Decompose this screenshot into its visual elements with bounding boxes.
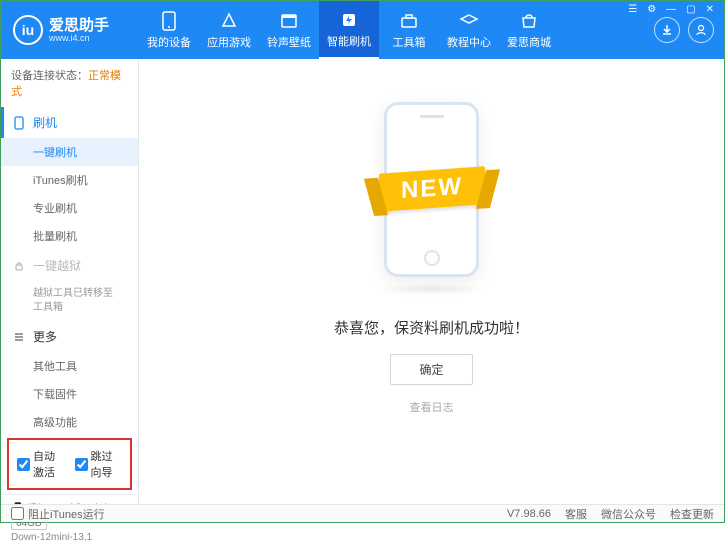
footer-wechat[interactable]: 微信公众号	[601, 506, 656, 522]
sidebar: 设备连接状态：正常模式 刷机 一键刷机 iTunes刷机 专业刷机 批量刷机 一…	[1, 59, 139, 506]
apps-icon	[219, 11, 239, 31]
lock-icon	[13, 260, 27, 272]
sub-pro-flash[interactable]: 专业刷机	[1, 194, 138, 222]
maximize-icon[interactable]: ▢	[682, 4, 699, 15]
view-log-link[interactable]: 查看日志	[410, 399, 454, 415]
phone-small-icon	[13, 116, 27, 130]
sub-oneclick-flash[interactable]: 一键刷机	[1, 138, 138, 166]
phone-illustration: NEW	[357, 89, 507, 289]
category-more[interactable]: 更多	[1, 321, 138, 352]
phone-icon	[159, 11, 179, 31]
flash-icon	[339, 10, 359, 30]
download-button[interactable]	[654, 17, 680, 43]
minimize-icon[interactable]: —	[662, 4, 680, 15]
sub-batch-flash[interactable]: 批量刷机	[1, 222, 138, 250]
app-name: 爱思助手	[49, 18, 109, 33]
nav-ringtones[interactable]: 铃声壁纸	[259, 1, 319, 59]
close-icon[interactable]: ✕	[702, 4, 718, 15]
category-flash[interactable]: 刷机	[1, 107, 138, 138]
check-auto-activate[interactable]: 自动激活	[17, 448, 65, 480]
version-label: V7.98.66	[507, 508, 551, 520]
user-button[interactable]	[688, 17, 714, 43]
settings-icon[interactable]: ⚙	[643, 4, 660, 15]
nav-tutorials[interactable]: 教程中心	[439, 1, 499, 59]
wallpaper-icon	[279, 11, 299, 31]
top-nav: 我的设备 应用游戏 铃声壁纸 智能刷机 工具箱 教程中心 爱思商城	[139, 1, 654, 59]
device-firmware: Down-12mini-13,1	[11, 532, 128, 543]
sub-advanced[interactable]: 高级功能	[1, 408, 138, 436]
jailbreak-note: 越狱工具已转移至 工具箱	[1, 281, 138, 321]
footer-service[interactable]: 客服	[565, 506, 587, 522]
nav-store[interactable]: 爱思商城	[499, 1, 559, 59]
window-controls: ☰ ⚙ — ▢ ✕	[618, 1, 724, 18]
nav-apps[interactable]: 应用游戏	[199, 1, 259, 59]
connection-status: 设备连接状态：正常模式	[1, 59, 138, 107]
app-url: www.i4.cn	[49, 33, 109, 43]
check-skip-guide[interactable]: 跳过向导	[75, 448, 123, 480]
sub-download-firmware[interactable]: 下载固件	[1, 380, 138, 408]
footer-update[interactable]: 检查更新	[670, 506, 714, 522]
nav-flash[interactable]: 智能刷机	[319, 1, 379, 59]
sub-itunes-flash[interactable]: iTunes刷机	[1, 166, 138, 194]
sub-other-tools[interactable]: 其他工具	[1, 352, 138, 380]
header: iu 爱思助手 www.i4.cn 我的设备 应用游戏 铃声壁纸 智能刷机 工具…	[1, 1, 724, 59]
menu-icon[interactable]: ☰	[624, 4, 641, 15]
nav-my-device[interactable]: 我的设备	[139, 1, 199, 59]
footer: 阻止iTunes运行 V7.98.66 客服 微信公众号 检查更新	[1, 504, 724, 522]
check-block-itunes[interactable]: 阻止iTunes运行	[11, 506, 105, 522]
nav-toolbox[interactable]: 工具箱	[379, 1, 439, 59]
category-jailbreak[interactable]: 一键越狱	[1, 250, 138, 281]
graduation-icon	[459, 11, 479, 31]
options-highlight: 自动激活 跳过向导	[7, 438, 132, 490]
more-icon	[13, 331, 27, 343]
success-message: 恭喜您，保资料刷机成功啦！	[334, 317, 529, 338]
main-content: NEW 恭喜您，保资料刷机成功啦！ 确定 查看日志	[139, 59, 724, 506]
logo: iu 爱思助手 www.i4.cn	[1, 15, 139, 45]
logo-icon: iu	[13, 15, 43, 45]
toolbox-icon	[399, 11, 419, 31]
new-ribbon: NEW	[379, 166, 485, 211]
store-icon	[519, 11, 539, 31]
ok-button[interactable]: 确定	[390, 354, 472, 385]
